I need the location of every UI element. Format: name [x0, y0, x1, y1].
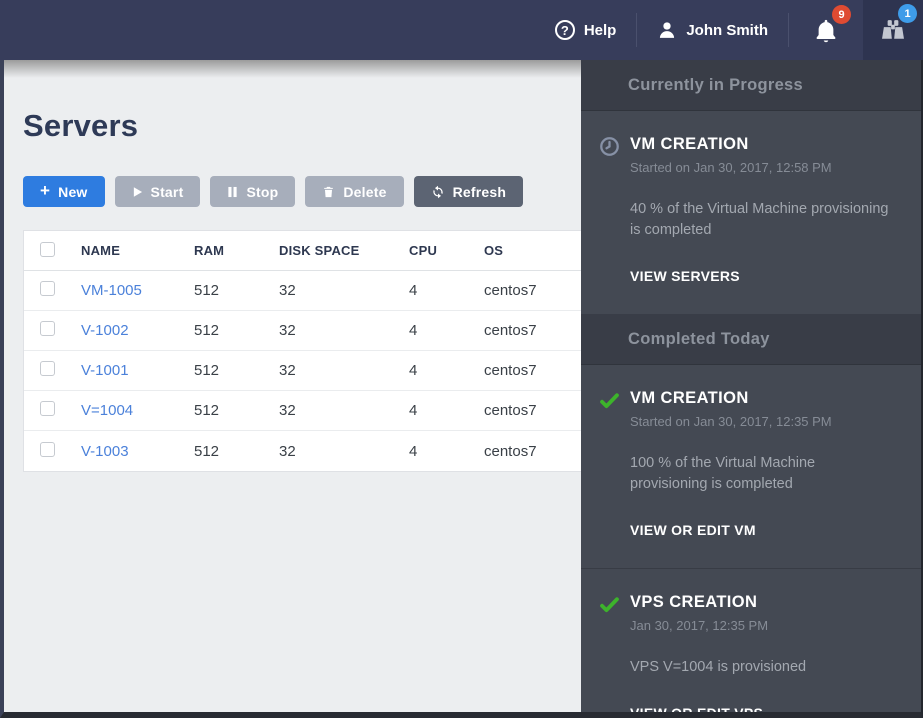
disk-value: 32: [279, 282, 296, 299]
ram-value: 512: [194, 282, 220, 299]
ram-value: 512: [194, 442, 220, 460]
notifications-badge: 9: [832, 5, 851, 24]
refresh-button[interactable]: Refresh: [413, 176, 524, 207]
os-value: centos7: [484, 402, 537, 419]
os-value: centos7: [484, 282, 537, 299]
table-row: V=1004 512 32 4 centos7: [24, 391, 581, 431]
os-value: centos7: [484, 322, 537, 339]
main-content: Servers + New Start Stop Delete Refresh …: [4, 60, 581, 712]
row-checkbox[interactable]: [40, 321, 55, 336]
column-header-disk: DISK SPACE: [279, 243, 360, 258]
activity-title: VM CREATION: [630, 389, 749, 408]
activity-timestamp: Started on Jan 30, 2017, 12:58 PM: [630, 160, 832, 175]
disk-value: 32: [279, 402, 296, 419]
cpu-value: 4: [409, 402, 418, 419]
user-menu[interactable]: John Smith: [637, 0, 788, 60]
activity-description: 100 % of the Virtual Machine provisionin…: [630, 455, 816, 493]
view-servers-link[interactable]: VIEW SERVERS: [630, 268, 893, 284]
refresh-icon: [431, 185, 445, 199]
row-checkbox[interactable]: [40, 281, 55, 296]
activity-item-vm-creation-progress: VM CREATION Started on Jan 30, 2017, 12:…: [581, 111, 921, 314]
help-icon: ?: [554, 20, 575, 40]
cpu-value: 4: [409, 362, 418, 379]
sidebar-section-in-progress: Currently in Progress: [581, 60, 921, 111]
trash-icon: [322, 185, 335, 199]
table-row: V-1003 512 32 4 centos7: [24, 431, 581, 471]
sidebar-section-completed: Completed Today: [581, 314, 921, 366]
column-header-name: NAME: [81, 243, 121, 258]
start-button[interactable]: Start: [114, 176, 201, 207]
server-name-link[interactable]: V-1001: [81, 362, 129, 379]
ram-value: 512: [194, 322, 220, 339]
os-value: centos7: [484, 362, 537, 379]
content-top-shadow: [4, 60, 581, 78]
view-or-edit-vm-link[interactable]: VIEW OR EDIT VM: [630, 522, 893, 538]
activity-timestamp: Started on Jan 30, 2017, 12:35 PM: [630, 414, 832, 430]
disk-value: 32: [279, 442, 296, 460]
activity-panel-button[interactable]: 1: [863, 0, 923, 60]
table-row: VM-1005 512 32 4 centos7: [24, 271, 581, 311]
disk-value: 32: [279, 322, 296, 339]
play-icon: [132, 186, 143, 198]
server-name-link[interactable]: V=1004: [81, 402, 133, 419]
row-checkbox[interactable]: [40, 401, 55, 416]
ram-value: 512: [194, 402, 220, 419]
page-title: Servers: [23, 108, 139, 143]
table-header-row: NAME RAM DISK SPACE CPU OS: [24, 231, 581, 271]
clock-icon: [599, 135, 630, 175]
toolbar: + New Start Stop Delete Refresh: [23, 176, 581, 207]
view-or-edit-vps-link[interactable]: VIEW OR EDIT VPS: [630, 705, 893, 712]
ram-value: 512: [194, 362, 220, 379]
column-header-cpu: CPU: [409, 243, 438, 258]
stop-button[interactable]: Stop: [210, 176, 296, 207]
activity-sidebar: Currently in Progress VM CREATION Starte…: [581, 60, 921, 712]
topbar: ? Help John Smith 9 1: [0, 0, 923, 60]
plus-icon: +: [40, 181, 51, 200]
help-button[interactable]: ? Help: [535, 0, 637, 60]
column-header-ram: RAM: [194, 243, 225, 258]
activity-badge: 1: [898, 4, 917, 23]
help-label: Help: [583, 21, 617, 39]
activity-description: 40 % of the Virtual Machine provisioning…: [630, 201, 889, 239]
table-row: V-1001 512 32 4 centos7: [24, 351, 581, 391]
cpu-value: 4: [409, 282, 418, 299]
os-value: centos7: [484, 442, 537, 460]
row-checkbox[interactable]: [40, 441, 55, 457]
user-name: John Smith: [686, 21, 768, 39]
new-button[interactable]: + New: [23, 176, 105, 207]
check-icon: [599, 389, 630, 429]
user-icon: [657, 20, 677, 40]
app-window: ? Help John Smith 9 1 Servers + New Star…: [0, 0, 923, 718]
delete-button[interactable]: Delete: [305, 176, 404, 207]
activity-timestamp: Jan 30, 2017, 12:35 PM: [630, 618, 769, 634]
activity-title: VM CREATION: [630, 135, 749, 153]
disk-value: 32: [279, 362, 296, 379]
server-name-link[interactable]: V-1002: [81, 322, 129, 339]
activity-item-vm-creation-done: VM CREATION Started on Jan 30, 2017, 12:…: [581, 365, 921, 568]
check-icon: [599, 593, 630, 633]
servers-table: NAME RAM DISK SPACE CPU OS VM-1005 512 3…: [23, 230, 581, 472]
notifications-button[interactable]: 9: [789, 0, 863, 60]
server-name-link[interactable]: V-1003: [81, 443, 129, 460]
server-name-link[interactable]: VM-1005: [81, 282, 142, 299]
cpu-value: 4: [409, 322, 418, 339]
column-header-os: OS: [484, 243, 504, 258]
row-checkbox[interactable]: [40, 361, 55, 376]
activity-title: VPS CREATION: [630, 593, 758, 612]
table-row: V-1002 512 32 4 centos7: [24, 311, 581, 351]
activity-item-vps-creation-done: VPS CREATION Jan 30, 2017, 12:35 PM VPS …: [581, 568, 921, 712]
select-all-checkbox[interactable]: [40, 241, 55, 257]
pause-icon: [227, 186, 238, 198]
activity-description: VPS V=1004 is provisioned: [630, 659, 807, 676]
cpu-value: 4: [409, 442, 418, 460]
